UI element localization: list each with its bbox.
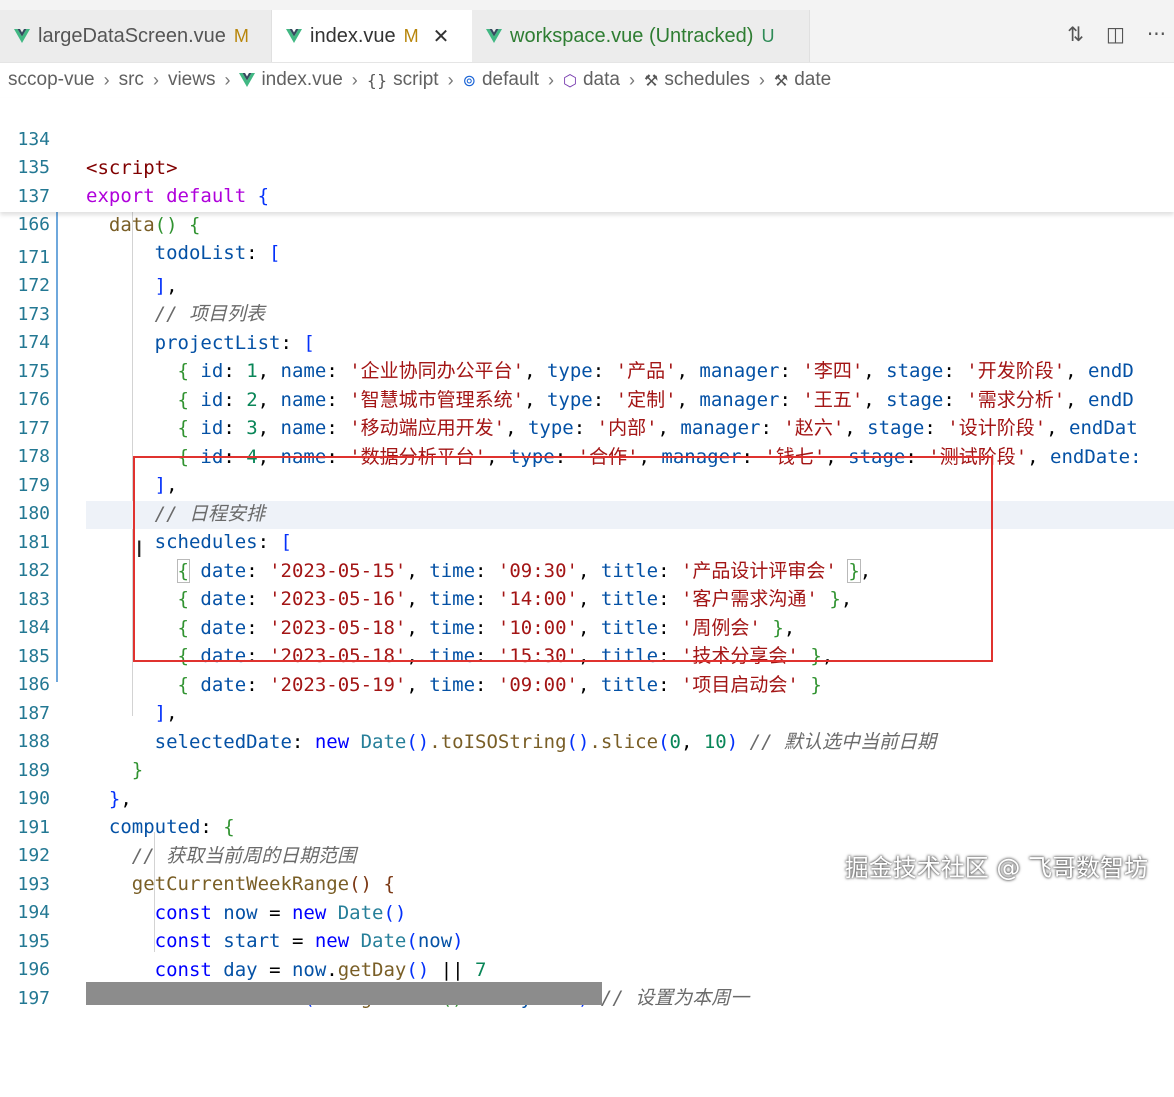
code-line: 196 start.setDate(now.getDate() - day + … xyxy=(0,928,1174,1009)
breadcrumb-item-views[interactable]: views xyxy=(168,69,216,91)
code-line: 135 export default { xyxy=(0,126,1174,207)
breadcrumb-item-script[interactable]: {} script xyxy=(367,69,439,91)
code-line: 166 todoList: [ xyxy=(0,183,1174,264)
code-line: 191 // 获取当前周的日期范围 xyxy=(0,786,1174,867)
breadcrumb-item-schedules[interactable]: ⚒ schedules xyxy=(644,69,750,91)
tab-workspace-vue[interactable]: workspace.vue (Untracked) U xyxy=(472,10,810,62)
chevron-right-icon: › xyxy=(447,69,454,90)
code-line: 187 selectedDate: new Date().toISOString… xyxy=(0,672,1174,753)
chevron-right-icon: › xyxy=(152,69,159,90)
code-line: 175 { id: 2, name: '智慧城市管理系统', type: '定制… xyxy=(0,330,1174,411)
tab-label: index.vue xyxy=(310,24,396,47)
wrench-icon: ⚒ xyxy=(643,70,659,90)
code-line: 174 { id: 1, name: '企业协同办公平台', type: '产品… xyxy=(0,301,1174,382)
code-line: 190 computed: { xyxy=(0,757,1174,838)
code-line: 188 } xyxy=(0,700,1174,781)
wrench-icon: ⚒ xyxy=(773,70,789,90)
cube-icon: ⬡ xyxy=(563,70,577,90)
code-line: 178 ], xyxy=(0,415,1174,496)
braces-icon: {} xyxy=(366,70,388,90)
tab-bar: largeDataScreen.vue M index.vue M ✕ work… xyxy=(0,0,1174,63)
breadcrumb-item-file[interactable]: index.vue xyxy=(239,69,343,91)
chevron-right-icon: › xyxy=(548,69,555,90)
breadcrumb-item-date[interactable]: ⚒ date xyxy=(774,69,831,91)
breadcrumb-item-project[interactable]: sccop-vue xyxy=(8,69,95,91)
tab-label: largeDataScreen.vue xyxy=(38,24,226,47)
code-line: 137 data() { xyxy=(0,155,1174,236)
vue-file-icon xyxy=(486,29,502,43)
vue-file-icon xyxy=(286,29,302,43)
text-cursor-icon: I xyxy=(136,538,143,563)
vue-file-icon xyxy=(14,29,30,43)
more-actions-icon[interactable]: ··· xyxy=(1147,22,1166,46)
editor-actions: ⇅ ◫ ··· xyxy=(1067,22,1166,46)
modified-badge: M xyxy=(233,25,249,46)
breadcrumb: sccop-vue › src › views › index.vue › {}… xyxy=(0,62,1174,98)
chevron-right-icon: › xyxy=(628,69,635,90)
compare-changes-icon[interactable]: ⇅ xyxy=(1067,22,1084,46)
breadcrumb-item-default[interactable]: ⊚ default xyxy=(463,69,539,91)
code-line: 195 const day = now.getDay() || 7 xyxy=(0,900,1174,981)
code-line: 177 { id: 4, name: '数据分析平台', type: '合作',… xyxy=(0,387,1174,468)
function-name: data xyxy=(108,214,155,236)
code-line: 134 <script> xyxy=(0,98,1174,179)
code-line: 173 projectList: [ xyxy=(0,273,1174,354)
code-line: 197 xyxy=(0,957,1174,1009)
sticky-scroll-header: 134 <script> 135 export default { 137 da… xyxy=(0,98,1174,264)
breadcrumb-item-data[interactable]: ⬡ data xyxy=(563,69,620,91)
chevron-right-icon: › xyxy=(103,69,110,90)
modified-badge: M xyxy=(403,25,419,46)
breadcrumb-item-src[interactable]: src xyxy=(119,69,144,91)
vue-file-icon xyxy=(239,73,256,87)
chevron-right-icon: › xyxy=(758,69,765,90)
untracked-badge: U xyxy=(761,25,775,46)
tab-index-vue[interactable]: index.vue M ✕ xyxy=(272,10,472,62)
code-line: 192 getCurrentWeekRange() { xyxy=(0,814,1174,895)
watermark: 掘金技术社区 @ 飞哥数智坊 xyxy=(844,854,1148,882)
annotation-red-box xyxy=(133,456,993,662)
tab-large-data-screen[interactable]: largeDataScreen.vue M xyxy=(0,10,272,62)
chevron-right-icon: › xyxy=(224,69,231,90)
split-editor-icon[interactable]: ◫ xyxy=(1106,22,1125,46)
tab-label: workspace.vue (Untracked) xyxy=(510,24,754,47)
code-line: 189 }, xyxy=(0,729,1174,810)
property: todoList xyxy=(154,242,247,264)
chevron-right-icon: › xyxy=(351,69,358,90)
line-number: 166 xyxy=(17,214,50,235)
code-line: 176 { id: 3, name: '移动端应用开发', type: '内部'… xyxy=(0,358,1174,439)
close-icon[interactable]: ✕ xyxy=(433,24,450,49)
variable-icon: ⊚ xyxy=(462,70,476,90)
